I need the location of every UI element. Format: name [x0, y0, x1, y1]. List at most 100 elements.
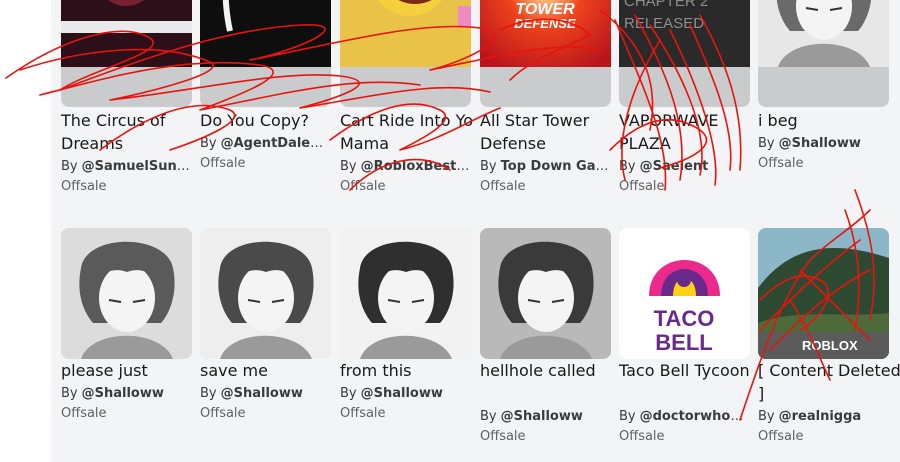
- game-creator[interactable]: By @doctorwho1234: [619, 408, 750, 425]
- game-card-astd[interactable]: TOWER DEFENSE All Star Tower Defense By Top …: [480, 0, 611, 201]
- creator-handle[interactable]: @Shalloww: [221, 386, 303, 401]
- game-creator[interactable]: By @Shalloww: [480, 408, 611, 425]
- creator-handle[interactable]: @Shalloww: [501, 409, 583, 424]
- game-title[interactable]: The Circus of Dreams: [61, 109, 209, 155]
- game-title[interactable]: Do You Copy?: [200, 109, 348, 132]
- manga-portrait-thumbnail: [200, 228, 331, 359]
- do-you-copy-thumbnail: Do You Copy?: [200, 0, 331, 67]
- cart-ride-thumbnail: [340, 0, 471, 67]
- game-card-vapor[interactable]: PLAZACHAPTER 2RELEASEDVAPORWAVE PLAZABy@…: [619, 0, 750, 201]
- manga-portrait-thumbnail: [61, 228, 192, 359]
- creator-handle[interactable]: @Shalloww: [361, 386, 443, 401]
- game-thumbnail[interactable]: ROBLOX: [758, 228, 889, 359]
- svg-text:ROBLOX: ROBLOX: [802, 338, 858, 353]
- creator-handle[interactable]: @AgentDaleCooper: [221, 136, 331, 151]
- game-title[interactable]: please just: [61, 359, 209, 382]
- game-card-taco[interactable]: TACOBELLTaco Bell TycoonBy@doctorwho1234…: [619, 228, 750, 444]
- svg-text:DEFENSE: DEFENSE: [514, 16, 576, 31]
- game-thumbnail[interactable]: [200, 228, 331, 359]
- by-label: By: [200, 136, 217, 151]
- game-title[interactable]: Taco Bell Tycoon: [619, 359, 767, 382]
- game-thumbnail[interactable]: [340, 0, 471, 107]
- svg-text:CHAPTER 2: CHAPTER 2: [624, 0, 708, 10]
- game-creator[interactable]: By @RobloxBestGames: [340, 158, 471, 175]
- game-creator[interactable]: By @Shalloww: [200, 385, 331, 402]
- price-status: Offsale: [200, 156, 246, 171]
- manga-portrait-thumbnail: [758, 0, 889, 67]
- by-label: By: [340, 386, 357, 401]
- by-label: By: [480, 409, 497, 424]
- game-title[interactable]: from this: [340, 359, 488, 382]
- game-card-content[interactable]: ROBLOX [ Content Deleted ] By @realnigga Off…: [758, 228, 900, 444]
- game-thumbnail[interactable]: TACO BELL: [619, 228, 750, 359]
- by-label: By: [200, 386, 217, 401]
- game-creator[interactable]: By @AgentDaleCooper: [200, 135, 331, 152]
- game-card-save[interactable]: save me By @Shalloww Offsale: [200, 228, 331, 421]
- by-label: By: [61, 159, 78, 174]
- creator-handle[interactable]: @doctorwho1234: [640, 409, 750, 424]
- creator-handle[interactable]: @Saelent: [640, 159, 709, 174]
- by-label: By: [758, 136, 775, 151]
- game-thumbnail[interactable]: [480, 228, 611, 359]
- game-card-cart[interactable]: Cart Ride Into Yo MamaBy@RobloxBestGames…: [340, 0, 473, 201]
- game-creator[interactable]: By Top Down Games: [480, 158, 611, 175]
- game-thumbnail[interactable]: PLAZACHAPTER 2RELEASED: [619, 0, 750, 107]
- game-creator[interactable]: By @Saelent: [619, 158, 750, 175]
- taco-bell-logo: TACOBELL: [619, 228, 750, 359]
- game-card-circus[interactable]: The Circus of Dreams By @SamuelSunset Offsa…: [61, 0, 192, 201]
- game-thumbnail[interactable]: [340, 228, 471, 359]
- game-title[interactable]: save me: [200, 359, 348, 382]
- price-status: Offsale: [61, 179, 107, 194]
- price-status: Offsale: [340, 406, 386, 421]
- game-thumbnail[interactable]: Do You Copy?: [200, 0, 331, 107]
- price-status: Offsale: [619, 429, 665, 444]
- game-title[interactable]: i beg: [758, 109, 900, 132]
- price-status: Offsale: [480, 429, 526, 444]
- creator-handle[interactable]: @Shalloww: [779, 136, 861, 151]
- game-card-please[interactable]: please just By @Shalloww Offsale: [61, 228, 192, 421]
- roblox-landscape-thumbnail: ROBLOX: [758, 228, 889, 359]
- game-card-from[interactable]: from this By @Shalloww Offsale: [340, 228, 471, 421]
- game-creator[interactable]: By @realnigga: [758, 408, 889, 425]
- creator-handle[interactable]: Top Down Games: [501, 159, 611, 174]
- game-thumbnail[interactable]: TOWER DEFENSE: [480, 0, 611, 107]
- game-thumbnail[interactable]: [758, 0, 889, 107]
- by-label: By: [619, 159, 636, 174]
- price-status: Offsale: [200, 406, 246, 421]
- creator-handle[interactable]: @Shalloww: [82, 386, 164, 401]
- price-status: Offsale: [480, 179, 526, 194]
- game-creator[interactable]: By @SamuelSunset: [61, 158, 192, 175]
- game-title[interactable]: VAPORWAVE PLAZA: [619, 109, 767, 155]
- creator-handle[interactable]: @RobloxBestGames: [361, 159, 471, 174]
- by-label: By: [619, 409, 636, 424]
- game-title[interactable]: All Star Tower Defense: [480, 109, 628, 155]
- by-label: By: [758, 409, 775, 424]
- svg-text:RELEASED: RELEASED: [624, 15, 704, 32]
- price-status: Offsale: [758, 429, 804, 444]
- price-status: Offsale: [340, 179, 386, 194]
- game-creator[interactable]: By @Shalloww: [340, 385, 471, 402]
- game-thumbnail[interactable]: [61, 0, 192, 107]
- by-label: By: [480, 159, 497, 174]
- manga-portrait-thumbnail: [480, 228, 611, 359]
- creator-handle[interactable]: @realnigga: [779, 409, 862, 424]
- game-creator[interactable]: By @Shalloww: [61, 385, 192, 402]
- by-label: By: [61, 386, 78, 401]
- by-label: By: [340, 159, 357, 174]
- svg-text:BELL: BELL: [655, 330, 712, 355]
- game-card-copy[interactable]: Do You Copy?Do You Copy?By@AgentDaleCoop…: [200, 0, 331, 178]
- tower-defense-thumbnail: TOWERDEFENSE: [480, 0, 611, 67]
- game-creator[interactable]: By @Shalloww: [758, 135, 889, 152]
- price-status: Offsale: [758, 156, 804, 171]
- game-title[interactable]: [ Content Deleted ]: [758, 359, 900, 405]
- game-card-hellhole[interactable]: hellhole called By @Shalloww Offsale: [480, 228, 611, 444]
- game-thumbnail[interactable]: [61, 228, 192, 359]
- svg-text:TACO: TACO: [654, 306, 715, 331]
- manga-portrait-thumbnail: [340, 228, 471, 359]
- game-title[interactable]: Cart Ride Into Yo Mama: [340, 109, 488, 155]
- creator-handle[interactable]: @SamuelSunset: [82, 159, 192, 174]
- game-card-ibeg[interactable]: i beg By @Shalloww Offsale: [758, 0, 889, 178]
- vaporwave-thumbnail: PLAZACHAPTER 2RELEASED: [619, 0, 750, 67]
- game-title[interactable]: hellhole called: [480, 359, 628, 382]
- price-status: Offsale: [619, 179, 665, 194]
